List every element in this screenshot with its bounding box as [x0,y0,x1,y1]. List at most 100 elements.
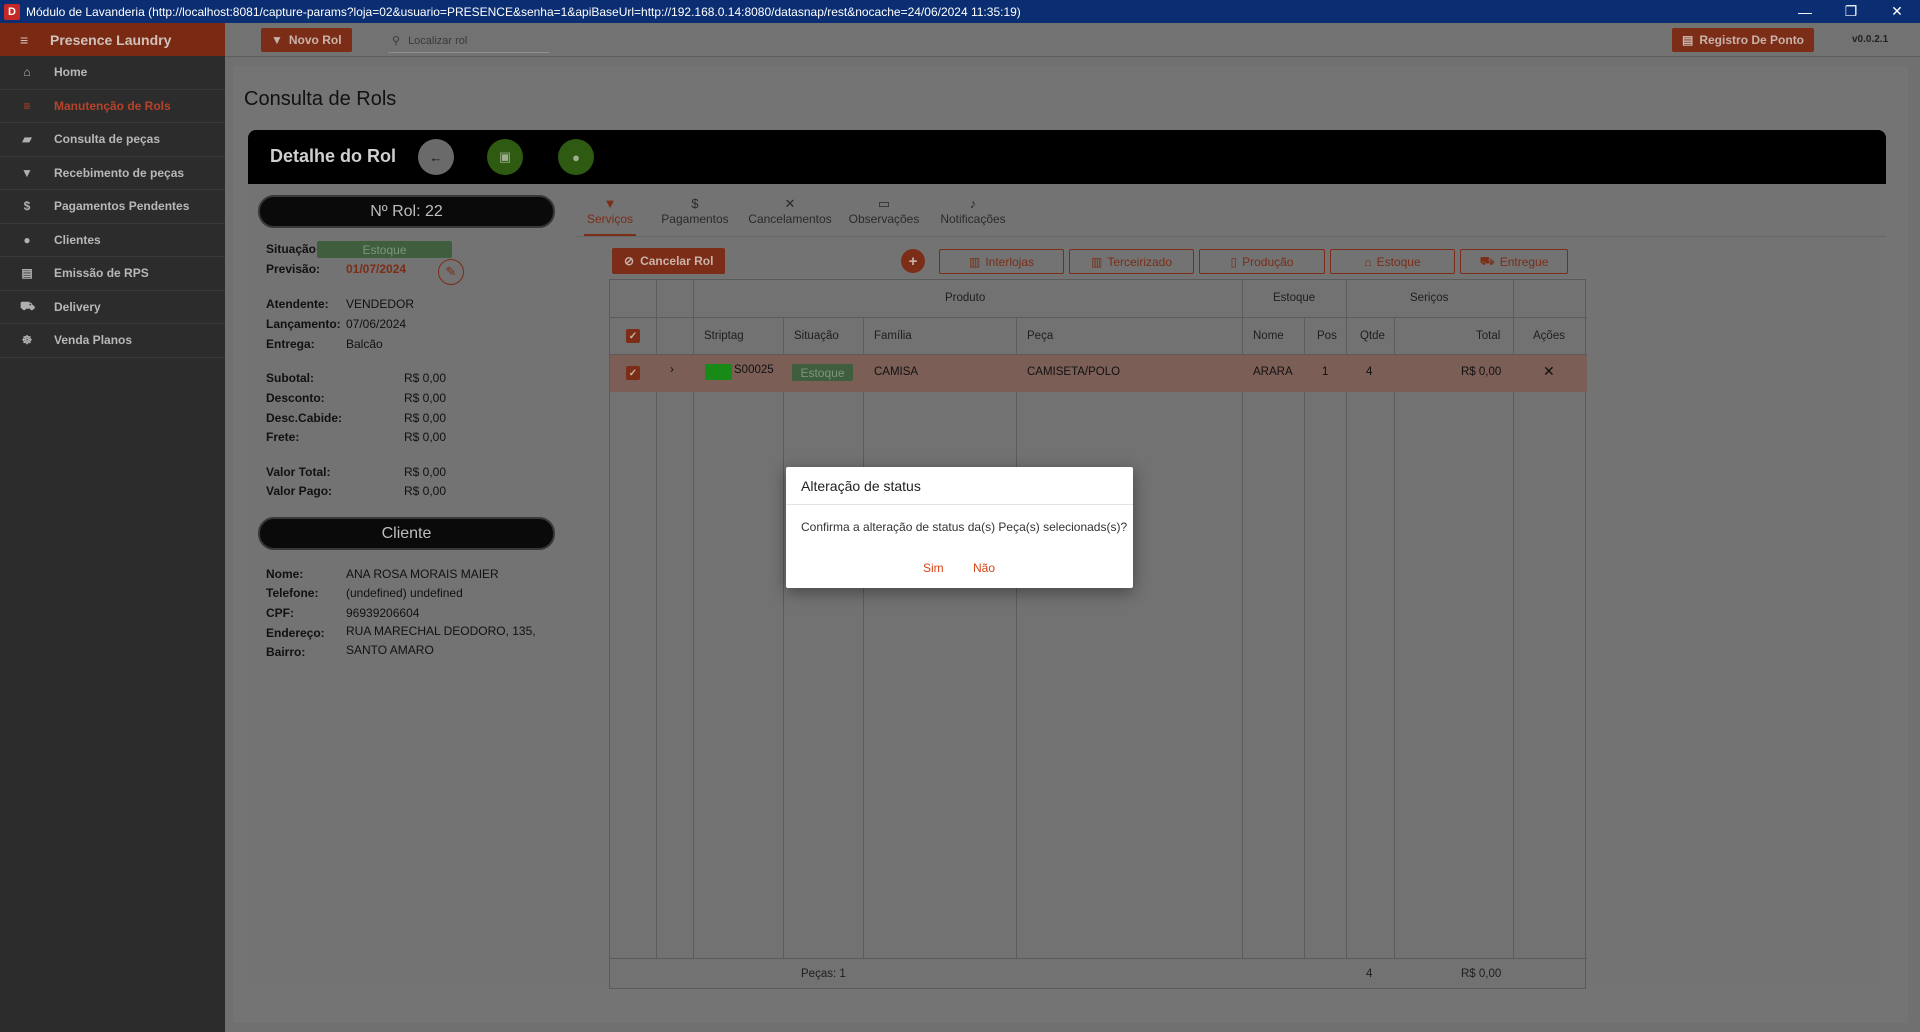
arrow-left-icon: ← [429,149,443,165]
tab-servicos[interactable]: ▼ Serviços [584,196,636,236]
telefone-value: (undefined) undefined [346,586,463,600]
search-icon: ⚲ [392,35,401,47]
footer-pecas: Peças: 1 [801,968,846,980]
tune-icon: ≡ [23,98,31,113]
store-icon: ▥ [968,254,981,269]
sidebar-item-consulta-pecas[interactable]: ▰ Consulta de peças [0,123,225,157]
restore-icon[interactable]: ❐ [1828,0,1874,23]
cell-striptag: S00025 [734,364,774,376]
bairro-value: SANTO AMARO [346,643,434,657]
valor-pago-label: Valor Pago: [266,484,333,498]
customer-button[interactable]: ● [558,139,594,175]
home-icon: ⌂ [23,65,31,80]
close-icon: ✕ [784,196,796,211]
confirm-no-button[interactable]: Não [973,561,995,575]
cell-nome: ARARA [1253,366,1293,378]
sidebar-item-emissao-rps[interactable]: ▤ Emissão de RPS [0,257,225,291]
print-button[interactable]: ▣ [487,139,523,175]
search-input[interactable]: ⚲ Localizar rol [388,29,550,53]
close-window-icon[interactable]: ✕ [1874,0,1920,23]
tab-observacoes[interactable]: ▭ Observações [845,196,923,236]
tab-notificacoes[interactable]: ♪ Notificações [934,196,1012,236]
cpf-label: CPF: [266,606,294,620]
terceirizado-button[interactable]: ▥ Terceirizado [1069,249,1194,274]
tab-label: Observações [848,212,920,226]
back-button[interactable]: ← [418,139,454,175]
status-badge: Estoque [317,241,452,258]
pencil-icon: ✎ [445,264,457,279]
remove-item-icon[interactable]: ✕ [1543,363,1555,380]
novo-rol-button[interactable]: ▼ Novo Rol [261,28,352,52]
row-checkbox[interactable]: ✓ [626,366,640,380]
column-header-familia: Família [874,330,912,342]
sidebar-item-clientes[interactable]: ● Clientes [0,224,225,257]
atendente-label: Atendente: [266,297,329,311]
tab-pagamentos[interactable]: $ Pagamentos [657,196,733,236]
producao-button[interactable]: ▯ Produção [1199,249,1325,274]
sidebar-item-delivery[interactable]: ⛟ Delivery [0,291,225,324]
plus-icon: + [908,252,918,270]
desc-cabide-label: Desc.Cabide: [266,411,343,425]
sidebar-item-manutencao-rols[interactable]: ≡ Manutenção de Rols [0,90,225,123]
store-icon: ▥ [1090,254,1103,269]
cancelar-rol-label: Cancelar Rol [640,254,714,268]
atendente-value: VENDEDOR [346,297,415,311]
desconto-label: Desconto: [266,391,325,405]
sidebar-item-label: Delivery [54,299,101,314]
column-header-acoes: Ações [1533,330,1565,342]
items-table: Produto Estoque Seriços ✓ Striptag Situa… [609,279,1587,989]
edit-status-button[interactable]: ✎ [438,259,464,285]
tab-cancelamentos[interactable]: ✕ Cancelamentos [744,196,836,236]
bell-icon: ♪ [969,196,977,211]
cancelar-rol-button[interactable]: ⊘ Cancelar Rol [612,248,726,274]
person-icon: ● [572,149,580,165]
truck-icon: ⛟ [20,298,36,313]
window-titlebar: D Módulo de Lavanderia (http://localhost… [0,0,1920,23]
tab-label: Pagamentos [661,212,729,226]
cell-qtde: 4 [1366,366,1373,378]
comment-icon: ▭ [877,196,891,211]
detail-header: Detalhe do Rol ← ▣ ● [248,130,1886,184]
column-divider [1016,317,1017,958]
add-item-button[interactable]: + [901,249,925,273]
confirm-yes-button[interactable]: Sim [923,561,944,575]
group-header-servicos: Seriços [1410,292,1449,304]
expand-row-icon[interactable]: › [670,364,674,376]
entregue-button[interactable]: ⛟ Entregue [1460,249,1568,274]
endereco-value: RUA MARECHAL DEODORO, 135, [346,624,536,638]
striptag-color-chip [705,364,732,380]
registro-ponto-button[interactable]: ▤ Registro De Ponto [1672,28,1815,52]
page-title: Consulta de Rols [244,88,397,110]
hamburger-menu-icon[interactable]: ≡ [20,32,32,48]
print-icon: ▣ [498,149,512,164]
group-header-estoque: Estoque [1273,292,1316,304]
sidebar-item-label: Consulta de peças [54,132,161,147]
column-header-peca: Peça [1027,330,1054,342]
lancamento-label: Lançamento: [266,317,341,331]
clock-list-icon: ▤ [1682,33,1694,47]
select-all-checkbox[interactable]: ✓ [626,329,640,343]
terceirizado-label: Terceirizado [1107,254,1173,269]
column-divider [863,317,864,958]
tab-label: Cancelamentos [748,212,832,226]
sidebar-item-venda-planos[interactable]: ☸ Venda Planos [0,324,225,358]
column-header-situacao: Situação [794,330,839,342]
sidebar-item-home[interactable]: ⌂ Home [0,56,225,90]
document-icon: ▤ [21,266,33,281]
production-icon: ▯ [1230,254,1238,269]
column-divider [783,317,784,958]
delivery-truck-icon: ⛟ [1479,253,1495,268]
column-divider [1394,317,1395,958]
sidebar-item-label: Recebimento de peças [54,165,185,180]
sidebar-item-label: Pagamentos Pendentes [54,199,190,214]
interlojas-button[interactable]: ▥ Interlojas [939,249,1064,274]
tabs-divider [576,236,1886,237]
minimize-icon[interactable]: — [1782,0,1828,23]
nome-value: ANA ROSA MORAIS MAIER [346,567,499,581]
tab-label: Serviços [586,212,633,226]
table-footer: Peças: 1 4 R$ 0,00 [610,958,1587,988]
sidebar-item-recebimento-pecas[interactable]: ▼ Recebimento de peças [0,157,225,190]
estoque-button[interactable]: ⌂ Estoque [1330,249,1455,274]
dialog-message: Confirma a alteração de status da(s) Peç… [801,520,1128,534]
sidebar-item-pagamentos-pendentes[interactable]: $ Pagamentos Pendentes [0,190,225,224]
